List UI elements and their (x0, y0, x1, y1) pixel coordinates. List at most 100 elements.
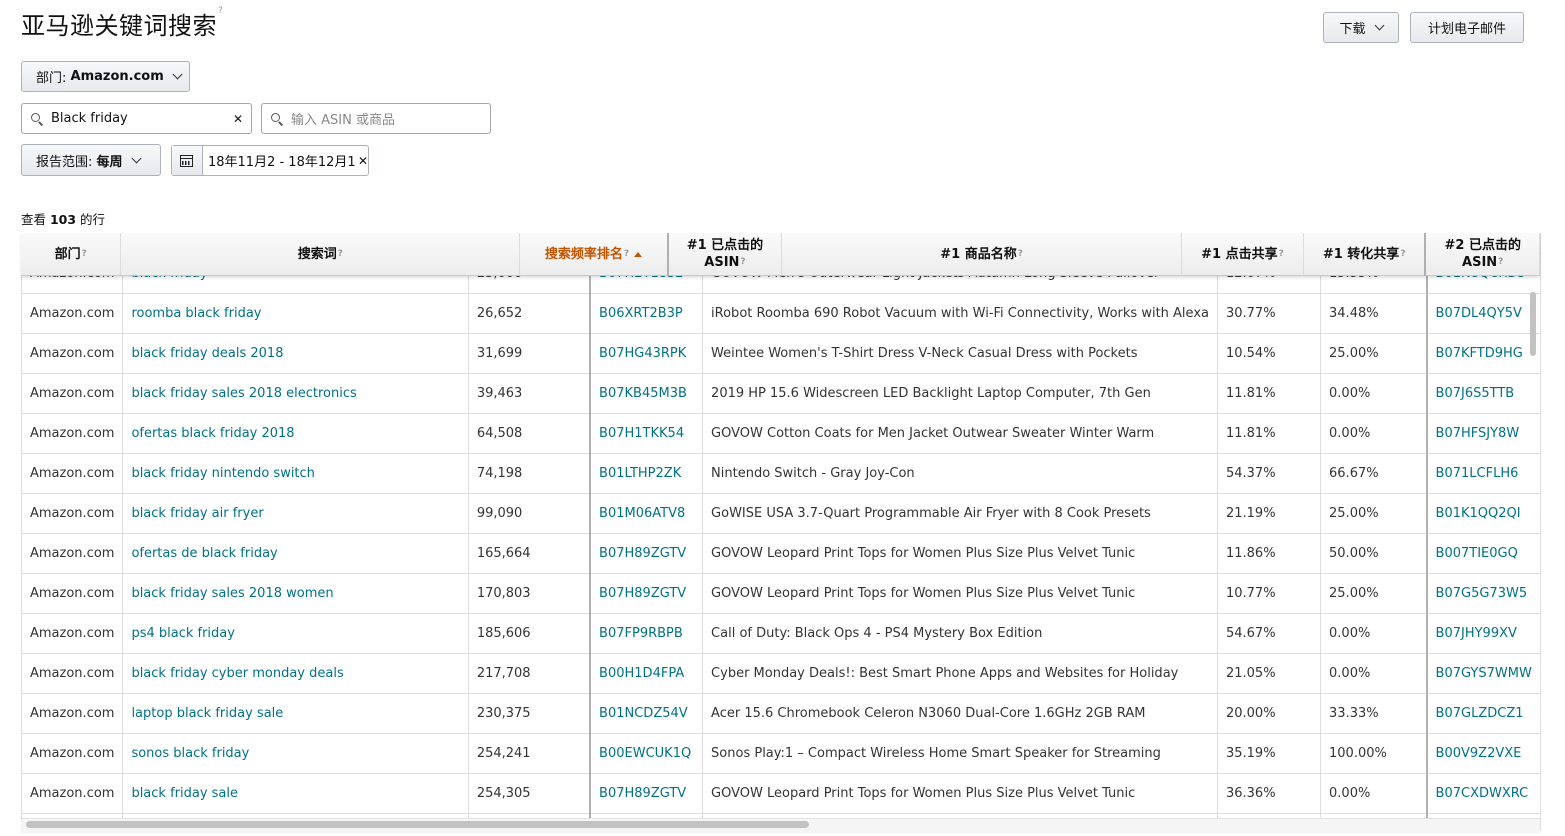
cell-search-rank: 39,463 (468, 373, 591, 414)
help-icon[interactable]: ? (1018, 249, 1023, 259)
horizontal-scrollbar[interactable] (26, 821, 809, 828)
help-icon[interactable]: ? (218, 6, 223, 16)
cell-search-term[interactable]: black friday nintendo switch (122, 453, 469, 494)
cell-search-term[interactable]: black friday deals 2018 (122, 333, 469, 374)
help-icon[interactable]: ? (740, 257, 745, 267)
download-button[interactable]: 下载 (1323, 12, 1399, 43)
help-icon[interactable]: ? (82, 249, 87, 259)
cell-click-share1: 54.67% (1217, 613, 1322, 654)
table-row: Amazon.com black friday sales 2018 electr… (22, 373, 1541, 414)
cell-search-term[interactable]: black friday sale (122, 773, 469, 814)
cell-asin1[interactable]: B07H89ZGTV (589, 533, 704, 574)
cell-asin1[interactable]: B00H1D4FPA (589, 653, 704, 694)
col-header-conversion-share1[interactable]: #1 转化共享? (1303, 233, 1426, 276)
cell-asin1[interactable]: B07KB45M3B (589, 373, 704, 414)
cell-product1: Weintee Women's T-Shirt Dress V-Neck Cas… (702, 333, 1218, 374)
cell-asin2[interactable]: B071LCFLH6 (1425, 453, 1541, 494)
cell-asin1[interactable]: B01LTHP2ZK (589, 453, 704, 494)
cell-search-term[interactable]: roomba black friday (122, 293, 469, 334)
cell-search-term[interactable]: ofertas de black friday (122, 533, 469, 574)
table-row: Amazon.com black friday sales 2018 women 1… (22, 573, 1541, 614)
cell-search-term[interactable]: laptop black friday sale (122, 693, 469, 734)
cell-search-term[interactable]: black friday sales 2018 electronics (122, 373, 469, 414)
sort-ascending-icon (634, 251, 643, 257)
cell-asin1[interactable]: B07H1TKK54 (589, 413, 704, 454)
cell-asin2[interactable]: B01K1QQ2QI (1425, 493, 1541, 534)
col-header-product1[interactable]: #1 商品名称? (781, 233, 1182, 276)
cell-product1: GOVOW Leopard Print Tops for Women Plus … (702, 773, 1218, 814)
cell-product1: Nintendo Switch - Gray Joy-Con (702, 453, 1218, 494)
cell-asin1[interactable]: B00EWCUK1Q (589, 733, 704, 774)
clear-icon[interactable]: ✕ (358, 154, 368, 168)
calendar-button[interactable] (172, 146, 203, 175)
cell-asin2[interactable]: B07GLZDCZ1 (1425, 693, 1541, 734)
date-range-field[interactable]: 18年11月2 - 18年12月1 ✕ (171, 145, 369, 176)
cell-product1: GOVOW Leopard Print Tops for Women Plus … (702, 533, 1218, 574)
vertical-scrollbar[interactable] (1530, 292, 1536, 356)
cell-asin1[interactable]: B06XRT2B3P (589, 293, 704, 334)
table-header: 部门? 搜索词? 搜索频率排名? #1 已点击的 ASIN? #1 商品名称? #… (21, 233, 1540, 276)
cell-asin2[interactable]: B07DL4QY5V (1425, 293, 1541, 334)
schedule-email-button[interactable]: 计划电子邮件 (1410, 12, 1524, 43)
cell-search-term[interactable]: black friday air fryer (122, 493, 469, 534)
cell-asin2[interactable]: B00V9Z2VXE (1425, 733, 1541, 774)
cell-search-rank: 230,375 (468, 693, 591, 734)
cell-search-term[interactable]: black friday sales 2018 women (122, 573, 469, 614)
cell-search-rank: 64,508 (468, 413, 591, 454)
cell-product1: GoWISE USA 3.7-Quart Programmable Air Fr… (702, 493, 1218, 534)
department-value: Amazon.com (70, 69, 164, 84)
cell-product1: Sonos Play:1 – Compact Wireless Home Sma… (702, 733, 1218, 774)
search-icon (271, 112, 283, 125)
help-icon[interactable]: ? (1498, 257, 1503, 267)
cell-asin1[interactable]: B01M06ATV8 (589, 493, 704, 534)
row-count: 查看 103 的行 (21, 212, 106, 227)
cell-search-term[interactable]: ofertas black friday 2018 (122, 413, 469, 454)
col-header-click-share1[interactable]: #1 点击共享? (1181, 233, 1304, 276)
clear-icon[interactable]: ✕ (231, 112, 245, 126)
help-icon[interactable]: ? (1400, 249, 1405, 259)
cell-product1: Cyber Monday Deals!: Best Smart Phone Ap… (702, 653, 1218, 694)
cell-asin1[interactable]: B01NCDZ54V (589, 693, 704, 734)
search-term-value[interactable]: Black friday (51, 111, 231, 126)
cell-conversion-share1: 0.00% (1320, 373, 1428, 414)
date-range-value[interactable]: 18年11月2 - 18年12月1 (203, 151, 356, 170)
cell-conversion-share1: 0.00% (1320, 613, 1428, 654)
table-row: Amazon.com black friday cyber monday deal… (22, 653, 1541, 694)
table-row: Amazon.com ofertas de black friday 165,664… (22, 533, 1541, 574)
cell-department: Amazon.com (22, 413, 124, 454)
cell-click-share1: 10.77% (1217, 573, 1322, 614)
col-header-asin1[interactable]: #1 已点击的 ASIN? (666, 233, 783, 276)
cell-asin1[interactable]: B07H89ZGTV (589, 773, 704, 814)
page-title: 亚马逊关键词搜索? (21, 6, 224, 40)
search-term-field[interactable]: Black friday ✕ (21, 103, 252, 134)
asin-search-placeholder[interactable]: 输入 ASIN 或商品 (291, 109, 490, 128)
cell-click-share1: 54.37% (1217, 453, 1322, 494)
cell-search-term[interactable]: ps4 black friday (122, 613, 469, 654)
cell-asin2[interactable]: B07KFTD9HG (1425, 333, 1541, 374)
cell-asin2[interactable]: B07CXDWXRC (1425, 773, 1541, 814)
cell-asin2[interactable]: B007TIE0GQ (1425, 533, 1541, 574)
cell-asin2[interactable]: B07G5G73W5 (1425, 573, 1541, 614)
cell-click-share1: 11.81% (1217, 373, 1322, 414)
col-header-asin2[interactable]: #2 已点击的 ASIN? (1424, 233, 1540, 276)
department-dropdown[interactable]: 部门: Amazon.com (21, 61, 190, 92)
asin-search-field[interactable]: 输入 ASIN 或商品 (261, 103, 491, 134)
help-icon[interactable]: ? (338, 249, 343, 259)
cell-asin1[interactable]: B07HG43RPK (589, 333, 704, 374)
col-header-search-term[interactable]: 搜索词? (120, 233, 521, 276)
cell-product1: GOVOW Cotton Coats for Men Jacket Outwea… (702, 413, 1218, 454)
col-header-department[interactable]: 部门? (21, 233, 122, 276)
help-icon[interactable]: ? (624, 249, 629, 259)
cell-asin2[interactable]: B07GYS7WMW (1425, 653, 1541, 694)
cell-asin1[interactable]: B07H89ZGTV (589, 573, 704, 614)
cell-search-term[interactable]: black friday cyber monday deals (122, 653, 469, 694)
help-icon[interactable]: ? (1279, 249, 1284, 259)
report-range-dropdown[interactable]: 报告范围: 每周 (21, 144, 161, 176)
col-header-search-rank[interactable]: 搜索频率排名? (519, 233, 669, 276)
table-row: Amazon.com laptop black friday sale 230,37… (22, 693, 1541, 734)
cell-asin2[interactable]: B07JHY99XV (1425, 613, 1541, 654)
cell-search-term[interactable]: sonos black friday (122, 733, 469, 774)
cell-asin2[interactable]: B07HFSJY8W (1425, 413, 1541, 454)
cell-asin1[interactable]: B07FP9RBPB (589, 613, 704, 654)
cell-asin2[interactable]: B07J6S5TTB (1425, 373, 1541, 414)
